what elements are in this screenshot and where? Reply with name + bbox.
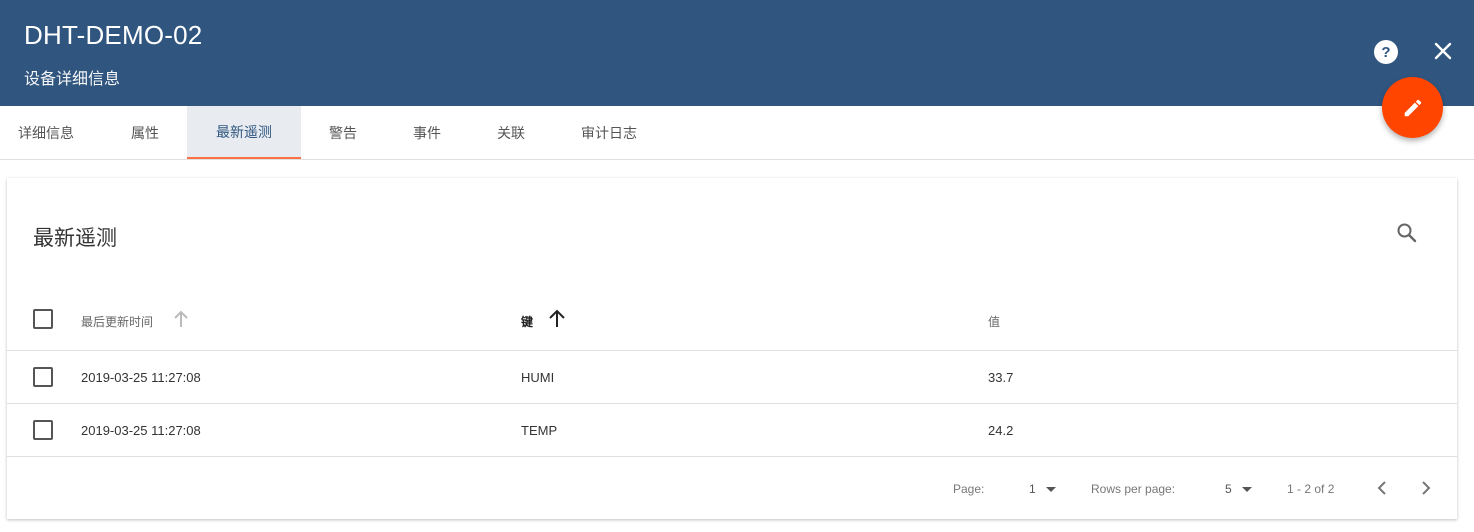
cell-value: 24.2 [988,423,1014,438]
help-icon[interactable]: ? [1374,40,1398,64]
rows-per-page-label: Rows per page: [1091,482,1176,496]
cell-key: HUMI [521,370,555,385]
cell-time: 2019-03-25 11:27:08 [81,423,201,438]
cell-key: TEMP [521,423,558,438]
close-icon[interactable] [1431,39,1455,63]
tab-audit-logs[interactable]: 审计日志 [553,106,665,159]
range-label: 1 - 2 of 2 [1287,482,1335,496]
dropdown-icon [1045,487,1056,493]
page-value: 1 [1029,482,1036,496]
tab-relations[interactable]: 关联 [469,106,553,159]
tab-latest-telemetry[interactable]: 最新遥测 [187,106,301,159]
sort-arrow-icon[interactable] [173,310,189,333]
divider [7,350,1457,351]
edit-icon [1404,99,1421,116]
column-header-updated[interactable]: 最后更新时间 [81,313,153,330]
sort-arrow-icon[interactable] [548,309,566,333]
page-subtitle: 设备详细信息 [24,71,121,88]
tab-events[interactable]: 事件 [385,106,469,159]
chevron-right-icon[interactable] [1416,478,1436,498]
column-header-key[interactable]: 键 [521,313,533,330]
row-checkbox[interactable] [33,420,53,440]
divider [7,403,1457,404]
tab-alarms[interactable]: 警告 [301,106,385,159]
select-all-checkbox[interactable] [33,309,53,329]
app-header: DHT-DEMO-02 设备详细信息 ? [0,0,1474,106]
tab-bar: 详细信息 属性 最新遥测 警告 事件 关联 审计日志 [0,106,1474,160]
cell-time: 2019-03-25 11:27:08 [81,370,201,385]
rows-per-page-value: 5 [1225,482,1232,496]
cell-value: 33.7 [988,370,1014,385]
page-label: Page: [953,482,985,496]
edit-button[interactable] [1382,77,1443,138]
tab-details[interactable]: 详细信息 [0,106,92,159]
card-title: 最新遥测 [33,227,117,250]
page-select[interactable]: 1 [1029,482,1056,496]
rows-per-page-select[interactable]: 5 [1225,482,1252,496]
search-icon[interactable] [1395,221,1419,245]
column-header-value[interactable]: 值 [988,313,1000,330]
tab-attributes[interactable]: 属性 [104,106,186,159]
telemetry-card: 最新遥测 最后更新时间 键 值 2019-03-25 11:27:08 HUMI… [7,178,1457,519]
divider [7,456,1457,457]
page-title: DHT-DEMO-02 [24,20,203,50]
chevron-left-icon[interactable] [1372,478,1392,498]
dropdown-icon [1241,487,1252,493]
row-checkbox[interactable] [33,367,53,387]
